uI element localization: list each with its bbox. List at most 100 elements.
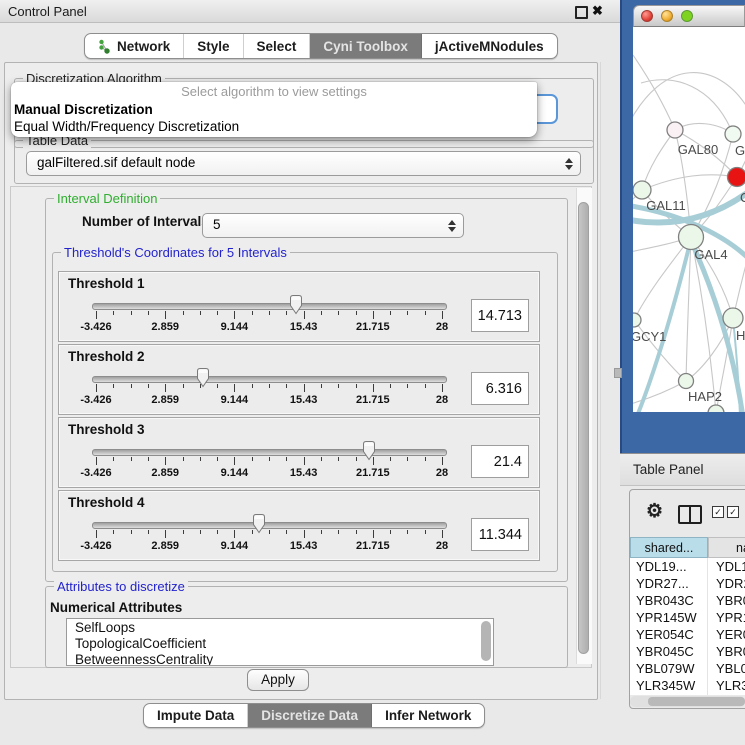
- network-edge[interactable]: [642, 175, 737, 190]
- table-cell-name[interactable]: YBR0: [716, 644, 745, 659]
- table-row[interactable]: YIL052CYIL0: [630, 694, 745, 695]
- table-panel-title: Table Panel: [633, 462, 704, 477]
- apply-button[interactable]: Apply: [247, 669, 309, 691]
- network-node-C[interactable]: [728, 168, 745, 187]
- algorithm-option[interactable]: Manual Discretization: [11, 101, 537, 118]
- network-node-GCY1[interactable]: [633, 313, 641, 327]
- slider-tick: [131, 457, 132, 461]
- slider-thumb[interactable]: [288, 294, 304, 315]
- table-cell-shared-name[interactable]: YDR27...: [636, 576, 689, 591]
- table-cell-shared-name[interactable]: YBL079W: [636, 661, 695, 676]
- network-node-GAL4[interactable]: [679, 225, 704, 250]
- threshold-value-field[interactable]: 21.4: [471, 445, 529, 478]
- close-icon[interactable]: ✖: [592, 3, 603, 19]
- slider-track[interactable]: [92, 376, 447, 383]
- table-row[interactable]: YBR043C YBR0: [630, 592, 745, 609]
- mode-tab-impute-data[interactable]: Impute Data: [144, 704, 248, 727]
- tab-network[interactable]: Network: [85, 34, 184, 58]
- slider-scale-label: 2.859: [151, 467, 179, 479]
- checkbox-icon[interactable]: ✓: [727, 506, 739, 518]
- attributes-scrollbar-thumb[interactable]: [481, 621, 491, 661]
- slider-track[interactable]: [92, 303, 447, 310]
- table-row[interactable]: YER054C YER0: [630, 626, 745, 643]
- slider-thumb[interactable]: [361, 440, 377, 461]
- number-of-intervals-combobox[interactable]: 5: [202, 213, 464, 238]
- network-node-GA[interactable]: [725, 126, 741, 142]
- network-window-titlebar[interactable]: [633, 5, 745, 27]
- table-cell-name[interactable]: YDL1: [716, 559, 745, 574]
- network-edge[interactable]: [691, 237, 716, 412]
- slider-scale-label: 9.144: [221, 394, 249, 406]
- table-row[interactable]: YDL19... YDL1: [630, 558, 745, 575]
- network-node-GAL11[interactable]: [633, 181, 651, 199]
- network-node-label: GAL11: [646, 198, 686, 213]
- table-row[interactable]: YDR27... YDR2: [630, 575, 745, 592]
- tab-cyni-toolbox[interactable]: Cyni Toolbox: [310, 34, 422, 58]
- network-node-HAP2[interactable]: [679, 374, 694, 389]
- network-node-GAL80[interactable]: [667, 122, 683, 138]
- slider-tick: [113, 530, 114, 534]
- table-cell-shared-name[interactable]: YBR043C: [636, 593, 694, 608]
- table-cell-shared-name[interactable]: YPR145W: [636, 610, 697, 625]
- slider-thumb[interactable]: [195, 367, 211, 388]
- network-edge[interactable]: [641, 80, 733, 134]
- table-cell-shared-name[interactable]: YLR345W: [636, 678, 695, 693]
- number-of-intervals-value: 5: [213, 217, 221, 232]
- minimize-traffic-light-icon[interactable]: [661, 10, 673, 22]
- network-edge[interactable]: [633, 55, 675, 130]
- table-cell-name[interactable]: YER0: [716, 627, 745, 642]
- checkbox-icon[interactable]: ✓: [712, 506, 724, 518]
- network-canvas[interactable]: GAL80GACGAL11GAL4GCY1HHAP2: [633, 27, 745, 412]
- float-window-icon[interactable]: [575, 6, 588, 19]
- attribute-item[interactable]: SelfLoops: [67, 619, 493, 635]
- algorithm-option[interactable]: Equal Width/Frequency Discretization: [11, 118, 537, 135]
- node-table[interactable]: YDL19...YDL1YDR27...YDR2YBR043CYBR0YPR14…: [630, 558, 745, 695]
- table-cell-name[interactable]: YBR0: [716, 593, 745, 608]
- table-data-combobox[interactable]: galFiltered.sif default node: [26, 151, 581, 176]
- attribute-item[interactable]: TopologicalCoefficient: [67, 635, 493, 651]
- table-cell-shared-name[interactable]: YER054C: [636, 627, 694, 642]
- slider-track[interactable]: [92, 449, 447, 456]
- table-row[interactable]: YBR045C YBR0: [630, 643, 745, 660]
- slider-tick: [304, 530, 305, 538]
- split-columns-icon[interactable]: [678, 505, 702, 524]
- table-cell-name[interactable]: YLR3: [716, 678, 745, 693]
- table-row[interactable]: YLR345W YLR3: [630, 677, 745, 694]
- mode-tab-discretize-data[interactable]: Discretize Data: [248, 704, 372, 727]
- table-cell-shared-name[interactable]: YDL19...: [636, 559, 687, 574]
- network-edge[interactable]: [675, 123, 733, 134]
- slider-tick: [165, 457, 166, 465]
- table-hscrollbar-thumb[interactable]: [648, 697, 745, 706]
- slider-tick: [217, 457, 218, 461]
- table-column-header-shared[interactable]: shared...: [630, 537, 708, 558]
- threshold-value-field[interactable]: 14.713: [471, 299, 529, 332]
- tab-select[interactable]: Select: [244, 34, 311, 58]
- table-cell-name[interactable]: YPR1: [716, 610, 745, 625]
- table-row[interactable]: YBL079W YBL0: [630, 660, 745, 677]
- tab-jactivemnodules[interactable]: jActiveMNodules: [422, 34, 557, 58]
- close-traffic-light-icon[interactable]: [641, 10, 653, 22]
- slider-tick: [442, 311, 443, 319]
- gear-icon[interactable]: ⚙: [646, 500, 663, 523]
- mode-tab-infer-network[interactable]: Infer Network: [372, 704, 484, 727]
- slider-track[interactable]: [92, 522, 447, 529]
- slider-tick: [200, 311, 201, 315]
- zoom-traffic-light-icon[interactable]: [681, 10, 693, 22]
- slider-thumb[interactable]: [251, 513, 267, 534]
- network-node-partial[interactable]: [708, 405, 724, 412]
- numerical-attributes-list[interactable]: SelfLoopsTopologicalCoefficientBetweenne…: [66, 618, 494, 666]
- settings-scrollbar-thumb[interactable]: [578, 202, 589, 654]
- table-cell-name[interactable]: YDR2: [716, 576, 745, 591]
- threshold-value-field[interactable]: 6.316: [471, 372, 529, 405]
- tab-style[interactable]: Style: [184, 34, 243, 58]
- network-node-H[interactable]: [723, 308, 743, 328]
- split-pane-grip[interactable]: [614, 368, 622, 378]
- table-cell-name[interactable]: YBL0: [716, 661, 745, 676]
- tab-label: Select: [257, 39, 297, 54]
- table-column-header-name[interactable]: na: [708, 537, 745, 558]
- attribute-item[interactable]: BetweennessCentrality: [67, 651, 493, 666]
- threshold-value-field[interactable]: 11.344: [471, 518, 529, 551]
- table-cell-shared-name[interactable]: YBR045C: [636, 644, 694, 659]
- slider-tick: [96, 311, 97, 319]
- table-row[interactable]: YPR145W YPR1: [630, 609, 745, 626]
